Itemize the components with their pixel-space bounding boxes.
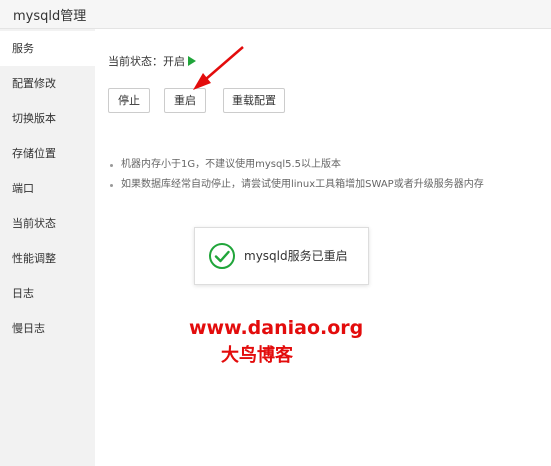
sidebar-item-service[interactable]: 服务 bbox=[0, 31, 95, 66]
sidebar: 服务 配置修改 切换版本 存储位置 端口 当前状态 性能调整 日志 慢日志 bbox=[0, 29, 95, 466]
sidebar-item-current-status[interactable]: 当前状态 bbox=[0, 206, 95, 241]
sidebar-item-port[interactable]: 端口 bbox=[0, 171, 95, 206]
success-toast: mysqld服务已重启 bbox=[194, 227, 369, 285]
window-titlebar: mysqld管理 bbox=[0, 0, 551, 29]
sidebar-item-performance[interactable]: 性能调整 bbox=[0, 241, 95, 276]
tips-list: 机器内存小于1G，不建议使用mysql5.5以上版本 如果数据库经常自动停止，请… bbox=[108, 155, 484, 195]
sidebar-item-log[interactable]: 日志 bbox=[0, 276, 95, 311]
sidebar-item-storage[interactable]: 存储位置 bbox=[0, 136, 95, 171]
service-status-label: 当前状态：开启 bbox=[108, 55, 185, 68]
watermark-url: www.daniao.org bbox=[189, 317, 364, 339]
play-icon bbox=[188, 56, 196, 66]
sidebar-item-config[interactable]: 配置修改 bbox=[0, 66, 95, 101]
check-circle-icon bbox=[209, 243, 235, 269]
tip-swap: 如果数据库经常自动停止，请尝试使用linux工具箱增加SWAP或者升级服务器内存 bbox=[108, 175, 484, 195]
service-panel: 当前状态：开启 停止 重启 重载配置 机器内存小于1G，不建议使用mysql5.… bbox=[95, 29, 551, 466]
stop-button[interactable]: 停止 bbox=[108, 88, 150, 113]
restart-button[interactable]: 重启 bbox=[164, 88, 206, 113]
window-title: mysqld管理 bbox=[13, 9, 87, 24]
sidebar-item-switch-version[interactable]: 切换版本 bbox=[0, 101, 95, 136]
sidebar-item-slow-log[interactable]: 慢日志 bbox=[0, 311, 95, 346]
service-status: 当前状态：开启 bbox=[108, 53, 196, 69]
reload-config-button[interactable]: 重载配置 bbox=[223, 88, 285, 113]
tip-memory: 机器内存小于1G，不建议使用mysql5.5以上版本 bbox=[108, 155, 484, 175]
watermark-name: 大鸟博客 bbox=[221, 345, 293, 366]
toast-message: mysqld服务已重启 bbox=[244, 249, 348, 263]
